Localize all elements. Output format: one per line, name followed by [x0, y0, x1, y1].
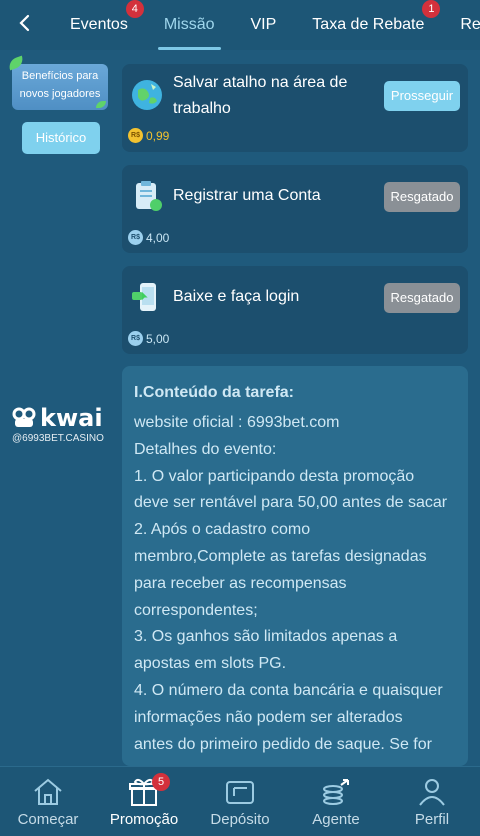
- category-tabs: Eventos 4 Missão VIP Taxa de Rebate 1 Re…: [52, 0, 480, 50]
- detail-line: website oficial : 6993bet.com: [134, 414, 340, 431]
- detail-line: informações não podem ser alterados: [134, 708, 403, 726]
- kwai-brand: kwai: [40, 404, 103, 432]
- banner-line-1: Benefícios para: [21, 70, 99, 82]
- reward-value: 4,00: [146, 230, 170, 245]
- nav-comecar[interactable]: Começar: [0, 777, 96, 836]
- phone-download-icon: [132, 283, 156, 311]
- tab-missao[interactable]: Missão: [146, 0, 233, 50]
- coins-share-icon: [323, 779, 349, 805]
- tab-label: Taxa de Rebate: [312, 16, 425, 33]
- task-title: Registrar uma Conta: [173, 183, 321, 209]
- kwai-watermark: kwai: [12, 404, 103, 432]
- nav-deposito[interactable]: Depósito: [192, 777, 288, 836]
- task-reward: R$ 0,99: [128, 128, 169, 143]
- coin-icon: R$: [128, 128, 143, 143]
- nav-agente[interactable]: Agente: [288, 777, 384, 836]
- task-title-line: Baixe e faça login: [173, 288, 300, 305]
- task-reward: R$ 5,00: [128, 331, 169, 346]
- reward-value: 5,00: [146, 331, 170, 346]
- task-content-heading: I.Conteúdo da tarefa:: [134, 384, 295, 401]
- tab-vip[interactable]: VIP: [233, 0, 295, 50]
- nav-label: Começar: [17, 811, 79, 828]
- detail-line: correspondentes;: [134, 601, 258, 619]
- chevron-left-icon: [19, 14, 30, 32]
- proceed-button[interactable]: Prosseguir: [384, 81, 460, 111]
- tab-label: Rec: [460, 16, 480, 33]
- tab-rec[interactable]: Rec: [442, 0, 480, 50]
- task-card: Registrar uma Conta Resgatado R$ 4,00: [122, 165, 468, 253]
- tab-label: Eventos: [70, 16, 128, 33]
- detail-line: 4. O número da conta bancária e quaisque…: [134, 681, 443, 699]
- nav-label: Perfil: [414, 811, 450, 828]
- detail-line: apostas em slots PG.: [134, 655, 287, 673]
- user-icon: [419, 779, 445, 806]
- clipboard-icon: [136, 181, 162, 211]
- detail-line: 2. Após o cadastro como: [134, 521, 311, 539]
- task-title-line: Salvar atalho na área de: [173, 74, 348, 91]
- task-title-line: Registrar uma Conta: [173, 187, 321, 204]
- reward-value: 0,99: [146, 128, 170, 143]
- tab-label: Missão: [163, 16, 215, 33]
- tab-taxa-de-rebate[interactable]: Taxa de Rebate 1: [294, 0, 442, 50]
- task-details[interactable]: I.Conteúdo da tarefa: website oficial : …: [122, 366, 468, 766]
- tab-label: VIP: [250, 16, 277, 33]
- leaf-decoration-icon: [96, 101, 106, 108]
- wallet-icon: [226, 781, 254, 804]
- nav-label: Depósito: [210, 811, 270, 828]
- home-icon: [34, 778, 62, 805]
- detail-line: 3. Os ganhos são limitados apenas a: [134, 628, 398, 646]
- claimed-button[interactable]: Resgatado: [384, 283, 460, 313]
- task-title: Baixe e faça login: [173, 284, 299, 310]
- banner-line-2: novos jogadores: [19, 88, 101, 100]
- detail-line: deve ser rentável para 50,00 antes de sa…: [134, 494, 448, 512]
- globe-icon: [132, 80, 162, 110]
- detail-line: membro,Complete as tarefas designadas: [134, 547, 427, 565]
- tab-badge: 1: [422, 0, 441, 18]
- detail-line: para receber as recompensas: [134, 574, 347, 592]
- nav-promocao[interactable]: 5 Promoção: [96, 773, 192, 836]
- coin-icon: R$: [128, 331, 143, 346]
- task-card: Baixe e faça login Resgatado R$ 5,00: [122, 266, 468, 354]
- nav-badge: 5: [152, 773, 170, 791]
- claimed-button[interactable]: Resgatado: [384, 182, 460, 212]
- nav-label: Agente: [312, 811, 360, 828]
- detail-line: 1. O valor participando desta promoção: [134, 467, 415, 485]
- nav-perfil[interactable]: Perfil: [384, 777, 480, 836]
- new-player-benefits-button[interactable]: Benefícios para novos jogadores: [6, 55, 108, 110]
- tab-badge: 4: [125, 0, 144, 18]
- task-reward: R$ 4,00: [128, 230, 169, 245]
- bottom-nav: Começar 5 Promoção Depósito Agente Perfi…: [0, 766, 480, 836]
- detail-line: antes do primeiro pedido de saque. Se fo…: [134, 735, 432, 753]
- top-tab-bar: Eventos 4 Missão VIP Taxa de Rebate 1 Re…: [0, 0, 480, 50]
- back-button[interactable]: [10, 8, 40, 38]
- task-title: Salvar atalho na área de trabalho: [173, 70, 347, 122]
- kwai-logo-icon: [12, 407, 36, 427]
- nav-label: Promoção: [109, 811, 179, 828]
- watermark-username: @6993BET.CASINO: [12, 433, 104, 444]
- history-button[interactable]: Histórico: [22, 122, 100, 154]
- detail-line: Detalhes do evento:: [134, 440, 277, 458]
- coin-icon: R$: [128, 230, 143, 245]
- task-card: Salvar atalho na área de trabalho Prosse…: [122, 64, 468, 152]
- task-title-line: trabalho: [173, 100, 231, 117]
- tab-eventos[interactable]: Eventos 4: [52, 0, 146, 50]
